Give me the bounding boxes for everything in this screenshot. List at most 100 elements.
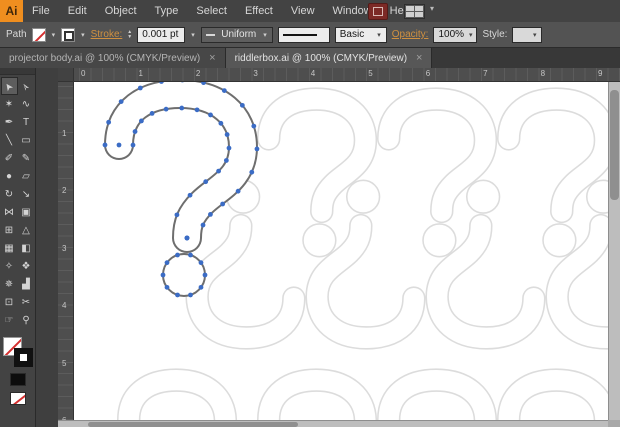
anchor-point[interactable] bbox=[106, 119, 112, 125]
menu-file[interactable]: File bbox=[23, 0, 59, 22]
horizontal-scrollbar-thumb[interactable] bbox=[88, 422, 298, 427]
anchor-point[interactable] bbox=[116, 142, 122, 148]
anchor-point[interactable] bbox=[218, 120, 224, 126]
stroke-swatch-dropdown-icon[interactable]: ▾ bbox=[80, 31, 86, 39]
stroke-panel-link[interactable]: Stroke: bbox=[91, 29, 123, 40]
opacity-panel-link[interactable]: Opacity: bbox=[392, 29, 429, 40]
anchor-point[interactable] bbox=[164, 260, 170, 266]
canvas[interactable] bbox=[74, 82, 608, 420]
width-profile-dropdown[interactable]: Uniform ▾ bbox=[200, 26, 273, 43]
tool-rectangle[interactable]: ▭ bbox=[18, 131, 35, 149]
question-mark-shape[interactable] bbox=[389, 380, 486, 420]
anchor-point[interactable] bbox=[216, 168, 221, 174]
color-button[interactable] bbox=[9, 373, 26, 386]
tool-selection[interactable]: ➤ bbox=[0, 77, 18, 95]
selected-question-mark[interactable] bbox=[102, 82, 260, 298]
tool-type[interactable]: T bbox=[18, 113, 35, 131]
brush-preview-field[interactable] bbox=[277, 26, 330, 43]
stroke-weight-stepper[interactable]: ▲ ▼ bbox=[127, 29, 132, 40]
stroke-color-swatch[interactable] bbox=[61, 27, 76, 42]
tool-mesh[interactable]: ▦ bbox=[1, 239, 18, 257]
anchor-point[interactable] bbox=[187, 192, 193, 198]
stroke-weight-field[interactable]: 0.001 pt bbox=[137, 26, 186, 43]
tool-blob-brush[interactable]: ● bbox=[1, 167, 18, 185]
menu-object[interactable]: Object bbox=[96, 0, 146, 22]
anchor-point[interactable] bbox=[179, 105, 185, 111]
tool-pen[interactable]: ✒ bbox=[1, 113, 18, 131]
tool-slice[interactable]: ✂ bbox=[18, 293, 35, 311]
tool-direct-selection[interactable]: ➢ bbox=[18, 77, 35, 95]
artboard-canvas[interactable] bbox=[74, 82, 608, 420]
tool-blend[interactable]: ❖ bbox=[18, 257, 35, 275]
document-tab-riddlerbox[interactable]: riddlerbox.ai @ 100% (CMYK/Preview) × bbox=[225, 48, 433, 68]
document-tab-projector-body[interactable]: projector body.ai @ 100% (CMYK/Preview) … bbox=[0, 48, 226, 68]
anchor-point[interactable] bbox=[184, 235, 190, 241]
anchor-point[interactable] bbox=[208, 112, 213, 118]
anchor-point[interactable] bbox=[208, 212, 213, 217]
arrange-documents-icon[interactable] bbox=[404, 4, 425, 19]
anchor-point[interactable] bbox=[149, 111, 155, 116]
anchor-point[interactable] bbox=[194, 107, 200, 113]
brush-dropdown[interactable]: Basic ▾ bbox=[334, 26, 387, 43]
anchor-point[interactable] bbox=[163, 106, 169, 112]
tool-magic-wand[interactable]: ✶ bbox=[1, 95, 18, 113]
anchor-point[interactable] bbox=[137, 85, 143, 91]
anchor-point[interactable] bbox=[251, 123, 257, 129]
menu-effect[interactable]: Effect bbox=[236, 0, 282, 22]
anchor-point[interactable] bbox=[235, 188, 241, 194]
anchor-point[interactable] bbox=[118, 99, 124, 104]
fill-color-swatch[interactable] bbox=[31, 27, 46, 42]
anchor-point[interactable] bbox=[254, 146, 260, 152]
anchor-point[interactable] bbox=[130, 142, 136, 148]
anchor-point[interactable] bbox=[198, 284, 204, 290]
anchor-point[interactable] bbox=[175, 292, 180, 298]
tool-rotate[interactable]: ↻ bbox=[1, 185, 18, 203]
none-button[interactable] bbox=[9, 392, 26, 405]
horizontal-scrollbar[interactable] bbox=[58, 420, 608, 427]
style-swatch-dropdown[interactable]: ▾ bbox=[512, 26, 543, 43]
anchor-point[interactable] bbox=[239, 102, 245, 108]
anchor-point[interactable] bbox=[188, 252, 193, 258]
anchor-point[interactable] bbox=[200, 222, 206, 228]
tool-line-segment[interactable]: ╲ bbox=[1, 131, 18, 149]
anchor-point[interactable] bbox=[102, 142, 108, 148]
vertical-scrollbar[interactable] bbox=[608, 82, 620, 420]
anchor-point[interactable] bbox=[220, 201, 226, 207]
stroke-weight-dropdown-icon[interactable]: ▾ bbox=[190, 31, 196, 39]
tool-shape-builder[interactable]: ⊞ bbox=[1, 221, 18, 239]
menu-select[interactable]: Select bbox=[187, 0, 236, 22]
tool-free-transform[interactable]: ▣ bbox=[18, 203, 35, 221]
tool-width-tool[interactable]: ⋈ bbox=[1, 203, 18, 221]
anchor-point[interactable] bbox=[223, 158, 229, 163]
question-mark-shape[interactable] bbox=[129, 380, 226, 420]
anchor-point[interactable] bbox=[221, 88, 227, 93]
anchor-point[interactable] bbox=[160, 272, 166, 278]
anchor-point[interactable] bbox=[139, 118, 144, 124]
tool-symbol-sprayer[interactable]: ✵ bbox=[1, 275, 18, 293]
anchor-point[interactable] bbox=[202, 272, 208, 278]
anchor-point[interactable] bbox=[249, 169, 255, 175]
tool-perspective-grid[interactable]: △ bbox=[18, 221, 35, 239]
vertical-scrollbar-thumb[interactable] bbox=[610, 90, 619, 200]
tool-eyedropper[interactable]: ✧ bbox=[1, 257, 18, 275]
tab-close-icon[interactable]: × bbox=[416, 52, 422, 64]
question-mark-shape[interactable] bbox=[269, 380, 366, 420]
opacity-field[interactable]: 100% ▾ bbox=[433, 26, 478, 43]
tool-column-graph[interactable]: ▟ bbox=[18, 275, 35, 293]
anchor-point[interactable] bbox=[132, 129, 138, 134]
anchor-point[interactable] bbox=[174, 212, 180, 218]
anchor-point[interactable] bbox=[198, 260, 204, 266]
tool-pencil[interactable]: ✎ bbox=[18, 149, 35, 167]
menu-type[interactable]: Type bbox=[146, 0, 188, 22]
anchor-point[interactable] bbox=[175, 252, 180, 258]
tool-eraser[interactable]: ▱ bbox=[18, 167, 35, 185]
menu-view[interactable]: View bbox=[282, 0, 324, 22]
fill-dropdown-icon[interactable]: ▾ bbox=[51, 31, 57, 39]
question-mark-shape[interactable] bbox=[509, 380, 606, 420]
bridge-icon[interactable] bbox=[368, 3, 388, 20]
stroke-color-box[interactable] bbox=[13, 348, 33, 367]
tool-hand[interactable]: ☞ bbox=[1, 311, 18, 329]
tools-panel-header[interactable] bbox=[0, 68, 35, 75]
anchor-point[interactable] bbox=[226, 145, 232, 151]
anchor-point[interactable] bbox=[203, 179, 209, 185]
